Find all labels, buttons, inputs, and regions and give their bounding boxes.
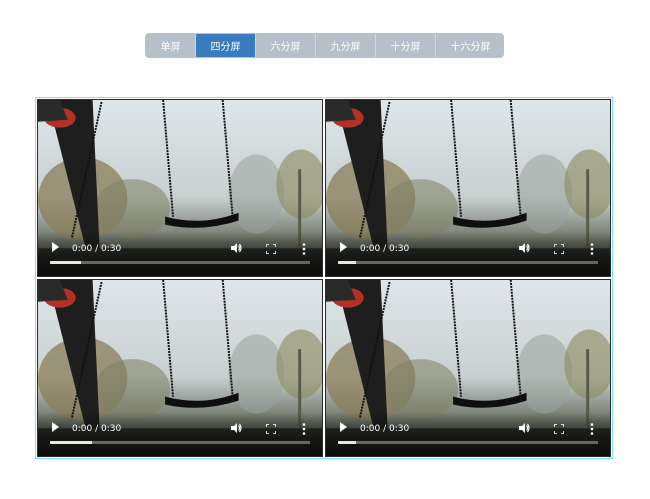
tab-four-screen[interactable]: 四分屏 xyxy=(196,34,256,57)
duration: 0:30 xyxy=(101,424,122,434)
video-player-4[interactable]: 0:00 / 0:30 xyxy=(325,279,611,457)
tab-ten-screen[interactable]: 十分屏 xyxy=(376,34,436,57)
current-time: 0:00 xyxy=(360,244,381,254)
time-display: 0:00 / 0:30 xyxy=(360,244,409,254)
progress-fill xyxy=(338,261,357,264)
play-icon[interactable] xyxy=(52,422,59,432)
progress-track[interactable] xyxy=(338,441,598,444)
video-controls: 0:00 / 0:30 xyxy=(326,412,610,456)
time-separator: / xyxy=(383,244,387,254)
play-icon[interactable] xyxy=(52,242,59,252)
play-icon[interactable] xyxy=(340,242,347,252)
tab-nine-screen[interactable]: 九分屏 xyxy=(316,34,376,57)
progress-fill xyxy=(50,441,92,444)
volume-icon[interactable] xyxy=(230,242,242,254)
video-player-2[interactable]: 0:00 / 0:30 xyxy=(325,99,611,277)
video-grid: 0:00 / 0:30 0:00 / 0:30 0:00 / 0:30 0:00… xyxy=(35,97,613,459)
volume-icon[interactable] xyxy=(230,422,242,434)
more-vertical-icon[interactable] xyxy=(302,243,306,255)
progress-fill xyxy=(50,261,82,264)
screen-layout-tabs: 单屏 四分屏 六分屏 九分屏 十分屏 十六分屏 xyxy=(145,33,504,58)
fullscreen-icon[interactable] xyxy=(554,424,564,434)
tab-single-screen[interactable]: 单屏 xyxy=(146,34,196,57)
current-time: 0:00 xyxy=(72,244,93,254)
video-controls: 0:00 / 0:30 xyxy=(38,412,322,456)
current-time: 0:00 xyxy=(360,424,381,434)
more-vertical-icon[interactable] xyxy=(302,423,306,435)
duration: 0:30 xyxy=(389,244,410,254)
fullscreen-icon[interactable] xyxy=(266,244,276,254)
time-separator: / xyxy=(95,424,99,434)
progress-track[interactable] xyxy=(50,441,310,444)
video-controls: 0:00 / 0:30 xyxy=(38,232,322,276)
time-display: 0:00 / 0:30 xyxy=(360,424,409,434)
more-vertical-icon[interactable] xyxy=(590,423,594,435)
time-display: 0:00 / 0:30 xyxy=(72,424,121,434)
tab-six-screen[interactable]: 六分屏 xyxy=(256,34,316,57)
fullscreen-icon[interactable] xyxy=(266,424,276,434)
duration: 0:30 xyxy=(389,424,410,434)
volume-icon[interactable] xyxy=(518,242,530,254)
time-separator: / xyxy=(95,244,99,254)
time-display: 0:00 / 0:30 xyxy=(72,244,121,254)
video-controls: 0:00 / 0:30 xyxy=(326,232,610,276)
progress-track[interactable] xyxy=(338,261,598,264)
video-player-1[interactable]: 0:00 / 0:30 xyxy=(37,99,323,277)
volume-icon[interactable] xyxy=(518,422,530,434)
progress-track[interactable] xyxy=(50,261,310,264)
current-time: 0:00 xyxy=(72,424,93,434)
tab-sixteen-screen[interactable]: 十六分屏 xyxy=(436,34,503,57)
more-vertical-icon[interactable] xyxy=(590,243,594,255)
video-player-3[interactable]: 0:00 / 0:30 xyxy=(37,279,323,457)
progress-fill xyxy=(338,441,357,444)
duration: 0:30 xyxy=(101,244,122,254)
time-separator: / xyxy=(383,424,387,434)
fullscreen-icon[interactable] xyxy=(554,244,564,254)
play-icon[interactable] xyxy=(340,422,347,432)
